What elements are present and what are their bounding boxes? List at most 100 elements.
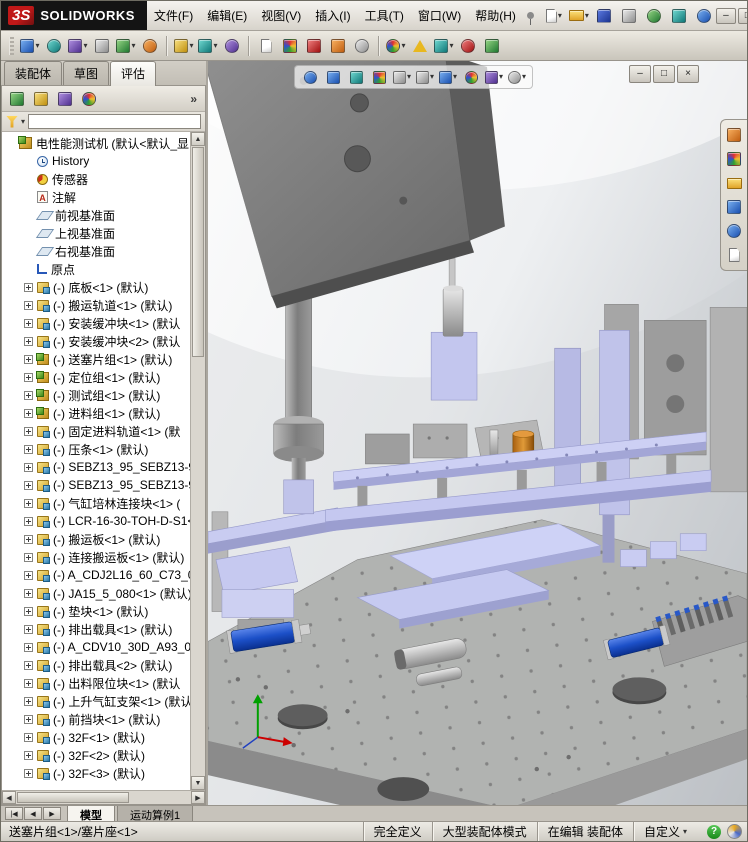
insert-components-icon[interactable]: ▾ — [18, 35, 42, 57]
expander-icon[interactable] — [24, 624, 33, 634]
tree-item[interactable]: (-) 32F<1> (默认) — [2, 728, 190, 746]
next-tab-icon[interactable]: ▶ — [43, 807, 61, 820]
tree-item[interactable]: (-) SEBZ13_95_SEBZ13-95 — [2, 458, 190, 476]
open-icon[interactable]: ▾ — [567, 5, 591, 27]
graphics-area[interactable]: ▾ ▾ ▾ ▾ ▾ – □ × — [208, 61, 747, 805]
expander-icon[interactable] — [24, 642, 33, 652]
menu-view[interactable]: 视图(V) — [254, 1, 308, 30]
mate-icon[interactable]: ▾ — [42, 35, 66, 57]
tree-item[interactable]: 上视基准面 — [2, 224, 190, 242]
expander-icon[interactable] — [24, 606, 33, 616]
restore-window-icon[interactable]: □ — [737, 7, 747, 24]
panel-overflow-chevron[interactable]: » — [186, 92, 201, 106]
scroll-right-icon[interactable]: ▶ — [191, 791, 205, 804]
expander-icon[interactable] — [24, 354, 33, 364]
options-icon[interactable]: ▾ — [667, 5, 691, 27]
custom-properties-icon[interactable] — [723, 245, 745, 265]
expander-icon[interactable] — [24, 408, 33, 418]
tree-item[interactable]: (-) 安装缓冲块<1> (默认 — [2, 314, 190, 332]
configurationmanager-tab-icon[interactable] — [54, 89, 76, 109]
tree-item[interactable]: (-) 排出载具<2> (默认) — [2, 656, 190, 674]
file-explorer-icon[interactable] — [723, 173, 745, 193]
previous-tab-icon[interactable]: ◀ — [24, 807, 42, 820]
propertymanager-tab-icon[interactable] — [30, 89, 52, 109]
scroll-up-icon[interactable]: ▲ — [191, 132, 205, 146]
view-settings-icon[interactable]: ▾ — [506, 67, 528, 87]
view-palette-icon[interactable] — [723, 197, 745, 217]
menu-pin-icon[interactable] — [526, 12, 534, 25]
tree-item[interactable]: (-) 搬运板<1> (默认) — [2, 530, 190, 548]
doc-restore-icon[interactable]: □ — [653, 65, 675, 83]
tree-item[interactable]: (-) 气缸培林连接块<1> ( — [2, 494, 190, 512]
toolbar-grip[interactable] — [9, 36, 14, 55]
expander-icon[interactable] — [24, 336, 33, 346]
scroll-left-icon[interactable]: ◀ — [2, 791, 16, 804]
tree-item[interactable]: (-) 进料组<1> (默认) — [2, 404, 190, 422]
expander-icon[interactable] — [24, 390, 33, 400]
expander-icon[interactable] — [24, 282, 33, 292]
tree-item[interactable]: (-) 32F<3> (默认) — [2, 764, 190, 782]
tree-item[interactable]: (-) 前挡块<1> (默认) — [2, 710, 190, 728]
tree-horizontal-scrollbar[interactable]: ◀ ▶ — [2, 790, 205, 804]
tree-item[interactable]: 传感器 — [2, 170, 190, 188]
expander-icon[interactable] — [24, 372, 33, 382]
scroll-down-icon[interactable]: ▼ — [191, 776, 205, 790]
filter-caret-icon[interactable]: ▾ — [21, 117, 25, 126]
menu-window[interactable]: 窗口(W) — [411, 1, 468, 30]
tree-item[interactable]: (-) 32F<2> (默认) — [2, 746, 190, 764]
customize-status-dropdown[interactable]: 自定义 ▾ — [632, 822, 697, 841]
tab-sketch[interactable]: 草图 — [63, 61, 110, 85]
interference-detection-icon[interactable]: ▾ — [302, 35, 326, 57]
tab-assembly[interactable]: 装配体 — [4, 61, 63, 85]
featuremanager-tab-icon[interactable] — [6, 89, 28, 109]
bill-of-materials-icon[interactable]: ▾ — [254, 35, 278, 57]
appearances-scenes-icon[interactable] — [723, 221, 745, 241]
expander-icon[interactable] — [24, 588, 33, 598]
assembly-features-icon[interactable]: ▾ — [172, 35, 196, 57]
view-orientation-icon[interactable]: ▾ — [391, 67, 413, 87]
simulation-icon[interactable]: ▾ — [456, 35, 480, 57]
tree-item[interactable]: (-) JA15_5_080<1> (默认) — [2, 584, 190, 602]
quick-tips-icon[interactable]: ? — [707, 824, 721, 839]
doc-close-icon[interactable]: × — [677, 65, 699, 83]
tree-item[interactable]: (-) 连接搬运板<1> (默认) — [2, 548, 190, 566]
tree-item[interactable]: 右视基准面 — [2, 242, 190, 260]
expander-icon[interactable] — [24, 444, 33, 454]
expander-icon[interactable] — [24, 768, 33, 778]
zoom-area-icon[interactable]: ▾ — [322, 67, 344, 87]
new-document-icon[interactable]: ▾ — [542, 5, 566, 27]
expander-icon[interactable] — [24, 552, 33, 562]
minimize-window-icon[interactable]: – — [715, 7, 736, 24]
tree-item[interactable]: (-) A_CDV10_30D_A93_0_ — [2, 638, 190, 656]
tree-item[interactable]: 注解 — [2, 188, 190, 206]
rewind-tab-icon[interactable]: |◀ — [5, 807, 23, 820]
design-library-icon[interactable] — [723, 149, 745, 169]
expander-icon[interactable] — [24, 714, 33, 724]
tree-item[interactable]: History — [2, 152, 190, 170]
expander-icon[interactable] — [24, 300, 33, 310]
displaymanager-tab-icon[interactable] — [78, 89, 100, 109]
expander-icon[interactable] — [24, 696, 33, 706]
linear-component-pattern-icon[interactable]: ▾ — [66, 35, 90, 57]
expander-icon[interactable] — [24, 660, 33, 670]
expander-icon[interactable] — [24, 570, 33, 580]
edit-appearance-hud-icon[interactable]: ▾ — [460, 67, 482, 87]
smart-fasteners-icon[interactable]: ▾ — [90, 35, 114, 57]
expander-icon[interactable] — [24, 750, 33, 760]
tree-item[interactable]: (-) 底板<1> (默认) — [2, 278, 190, 296]
measure-icon[interactable]: ▾ — [326, 35, 350, 57]
new-motion-study-icon[interactable]: ▾ — [220, 35, 244, 57]
expander-icon[interactable] — [24, 534, 33, 544]
zoom-fit-icon[interactable]: ▾ — [299, 67, 321, 87]
menu-tools[interactable]: 工具(T) — [358, 1, 411, 30]
tree-item[interactable]: (-) 出料限位块<1> (默认 — [2, 674, 190, 692]
tree-item[interactable]: (-) A_CDJ2L16_60_C73_0_ — [2, 566, 190, 584]
edit-appearance-icon[interactable]: ▾ — [384, 35, 408, 57]
previous-view-icon[interactable]: ▾ — [345, 67, 367, 87]
tree-item[interactable]: 电性能测试机 (默认<默认_显 — [2, 134, 190, 152]
expander-icon[interactable] — [24, 426, 33, 436]
move-component-icon[interactable]: ▾ — [114, 35, 138, 57]
menu-insert[interactable]: 插入(I) — [308, 1, 357, 30]
tree-item[interactable]: 原点 — [2, 260, 190, 278]
expander-icon[interactable] — [24, 498, 33, 508]
